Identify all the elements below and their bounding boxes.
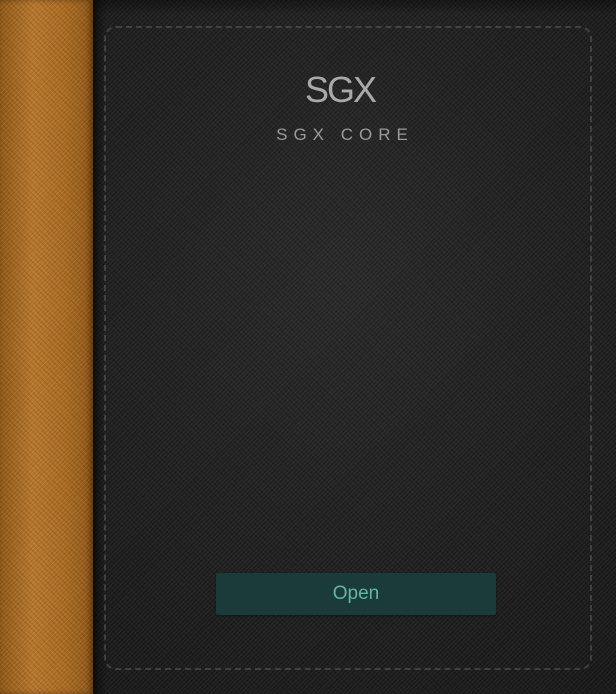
book-title: SGX CORE bbox=[276, 125, 414, 144]
book-cover: SGX SGX CORE Open bbox=[0, 0, 616, 694]
logo-text: SGX bbox=[304, 69, 377, 110]
open-button[interactable]: Open bbox=[216, 573, 496, 615]
cover-top-shadow bbox=[93, 0, 616, 14]
book-spine bbox=[0, 0, 93, 694]
